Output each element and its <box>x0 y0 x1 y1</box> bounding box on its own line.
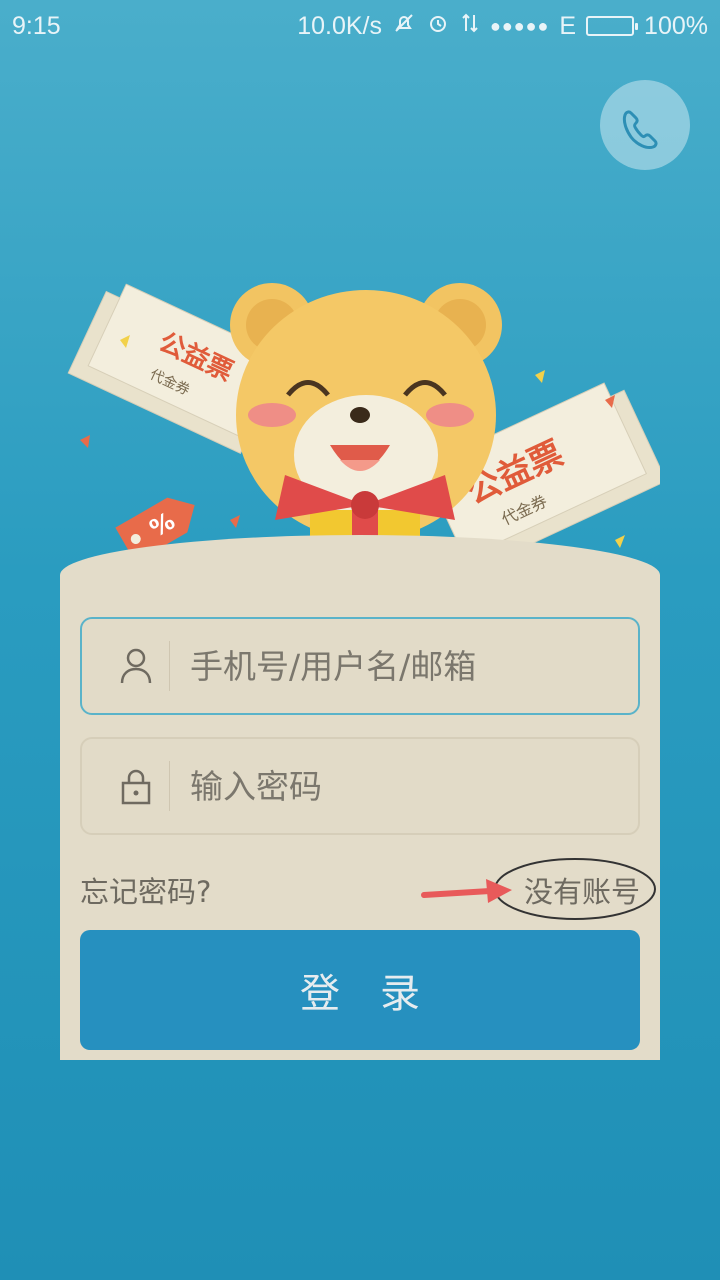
data-arrows-icon <box>460 11 480 41</box>
phone-button[interactable] <box>600 80 690 170</box>
status-bar: 9:15 10.0K/s ●●●●● E 100% <box>0 0 720 52</box>
net-speed: 10.0K/s <box>297 11 382 40</box>
password-field[interactable] <box>80 737 640 835</box>
lock-icon <box>102 761 170 811</box>
login-button[interactable]: 登录 <box>80 930 640 1050</box>
alarm-icon <box>426 11 450 41</box>
battery-percent: 100% <box>644 11 708 40</box>
signal-icon: ●●●●● <box>489 15 550 36</box>
status-time: 9:15 <box>12 11 61 40</box>
phone-icon <box>622 110 658 149</box>
status-indicators: 10.0K/s ●●●●● E 100% <box>297 11 708 41</box>
battery-icon <box>586 16 639 36</box>
password-input[interactable] <box>170 739 638 833</box>
network-type: E <box>559 11 577 40</box>
mute-icon <box>392 11 416 41</box>
username-field[interactable] <box>80 617 640 715</box>
user-icon <box>102 641 170 691</box>
username-input[interactable] <box>170 619 638 713</box>
login-card: 忘记密码? 没有账号 登录 <box>60 575 660 1060</box>
forgot-password-link[interactable]: 忘记密码? <box>80 869 211 911</box>
annotation-arrow-icon <box>421 858 656 920</box>
